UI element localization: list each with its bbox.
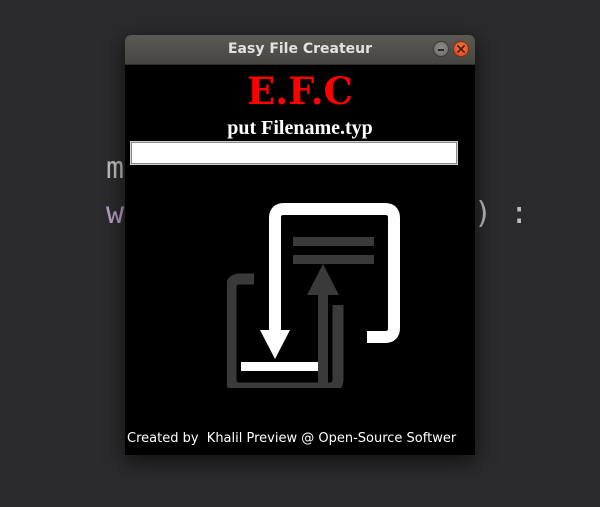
close-button[interactable] (453, 41, 469, 57)
footer-credits: Created by Khalil Preview @ Open-Source … (127, 431, 457, 446)
app-window: Easy File Createur E.F.C put Filename.ty… (125, 35, 475, 455)
close-icon (457, 45, 465, 53)
title-bar[interactable]: Easy File Createur (125, 35, 475, 65)
window-title: Easy File Createur (227, 41, 373, 57)
minimize-button[interactable] (433, 41, 449, 57)
background-code-line-2: w (106, 196, 125, 231)
filename-prompt: put Filename.typ (227, 117, 373, 139)
filename-input[interactable] (130, 141, 458, 165)
background-code-line-1: m (106, 151, 125, 186)
window-content: E.F.C put Filename.typ Created by Khalil… (125, 65, 475, 455)
app-title: E.F.C (247, 69, 353, 113)
file-create-logo-icon (227, 203, 400, 388)
background-code-line-2-end: ) : (474, 196, 529, 231)
